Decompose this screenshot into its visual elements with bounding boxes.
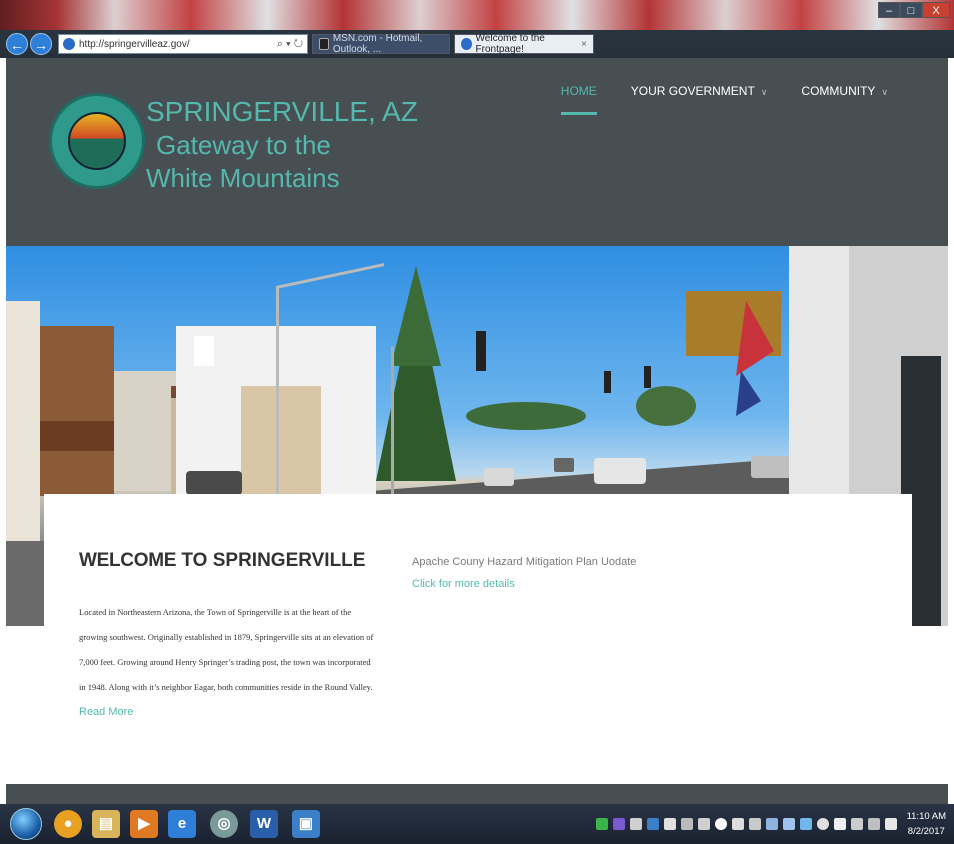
window-controls: – □ X	[878, 2, 950, 18]
site-title-line1: SPRINGERVILLE, AZ	[146, 96, 418, 127]
start-button[interactable]	[10, 808, 42, 840]
address-bar[interactable]: http://springervilleaz.gov/ ⌕ ▾ ↻	[58, 34, 308, 54]
browser-chrome: – □ X ← → http://springervilleaz.gov/ ⌕ …	[0, 0, 954, 58]
tab-msn[interactable]: MSN.com - Hotmail, Outlook, ...	[312, 33, 450, 55]
address-url[interactable]: http://springervilleaz.gov/	[79, 39, 277, 50]
welcome-heading-bold: WELCOME	[79, 550, 177, 571]
welcome-body: Located in Northeastern Arizona, the Tow…	[79, 600, 379, 725]
tray-monitor-icon[interactable]	[868, 818, 880, 830]
tray-tool-icon[interactable]	[681, 818, 693, 830]
tray-network-icon[interactable]	[800, 818, 812, 830]
tab-label: Welcome to the Frontpage!	[475, 33, 545, 55]
desktop-wallpaper-strip	[0, 0, 954, 30]
back-button[interactable]: ←	[6, 33, 28, 55]
minimize-button[interactable]: –	[878, 2, 900, 18]
tray-update-icon[interactable]	[647, 818, 659, 830]
tray-device-icon[interactable]	[749, 818, 761, 830]
media-player-icon[interactable]: ▶	[130, 810, 158, 838]
tray-window-icon[interactable]	[766, 818, 778, 830]
site-header: SPRINGERVILLE, AZ Gateway to the White M…	[6, 58, 948, 246]
tab-label: MSN.com - Hotmail, Outlook, ...	[332, 33, 423, 55]
chrome-icon[interactable]: ●	[54, 810, 82, 838]
tray-security-icon[interactable]	[596, 818, 608, 830]
internet-explorer-icon[interactable]: e	[168, 810, 196, 838]
close-tab-icon[interactable]: ×	[581, 39, 587, 50]
tray-sync-icon[interactable]	[817, 818, 829, 830]
notice-title: Apache Couny Hazard Mitigation Plan Uoda…	[412, 556, 637, 568]
browser-nav-row: ← → http://springervilleaz.gov/ ⌕ ▾ ↻ MS…	[0, 30, 954, 58]
clock-time: 11:10 AM	[906, 811, 946, 822]
search-refresh-icon[interactable]: ⌕ ▾ ↻	[277, 38, 307, 51]
tab-frontpage[interactable]: Welcome to the Frontpage! ×	[454, 33, 594, 55]
msn-favicon-icon	[319, 38, 329, 50]
tray-wifi-icon[interactable]	[698, 818, 710, 830]
welcome-card: WELCOME TO SPRINGERVILLE Located in Nort…	[44, 494, 912, 784]
site-title[interactable]: SPRINGERVILLE, AZ Gateway to the White M…	[146, 96, 418, 194]
tray-document-icon[interactable]	[783, 818, 795, 830]
read-more-link[interactable]: Read More	[79, 706, 133, 718]
site-favicon-icon	[63, 38, 75, 50]
main-navigation: HOME YOUR GOVERNMENT ∨ COMMUNITY ∨	[527, 84, 888, 115]
nav-home[interactable]: HOME	[560, 84, 597, 115]
tray-power-icon[interactable]	[851, 818, 863, 830]
tray-user-icon[interactable]	[664, 818, 676, 830]
clock-date: 8/2/2017	[907, 826, 945, 837]
welcome-body-text: Located in Northeastern Arizona, the Tow…	[79, 607, 374, 692]
windows-taskbar: ● ▤ ▶ e ◎ W ▣ 11:10 AM 8/2/2017	[0, 804, 954, 844]
maps-icon[interactable]: ◎	[210, 810, 238, 838]
nav-community-label: COMMUNITY	[801, 84, 876, 98]
tray-circle-icon[interactable]	[715, 818, 727, 830]
seal-emblem-icon	[68, 112, 126, 170]
nav-home-label: HOME	[560, 84, 597, 98]
notice-details-link[interactable]: Click for more details	[412, 578, 636, 590]
notice-block: Apache Couny Hazard Mitigation Plan Uoda…	[412, 556, 636, 590]
nav-your-government[interactable]: YOUR GOVERNMENT ∨	[631, 84, 768, 98]
ie-favicon-icon	[461, 38, 472, 50]
forward-button[interactable]: →	[30, 33, 52, 55]
taskbar-clock[interactable]: 11:10 AM 8/2/2017	[907, 809, 946, 839]
chevron-down-icon: ∨	[760, 87, 768, 97]
close-window-button[interactable]: X	[922, 2, 950, 18]
tray-app-icon[interactable]	[613, 818, 625, 830]
welcome-heading: WELCOME TO SPRINGERVILLE	[79, 550, 365, 572]
site-title-line3: White Mountains	[146, 163, 340, 193]
footer-bar	[6, 784, 948, 804]
app-icon[interactable]: ▣	[292, 810, 320, 838]
volume-icon[interactable]	[885, 818, 897, 830]
nav-your-government-label: YOUR GOVERNMENT	[630, 84, 755, 98]
file-explorer-icon[interactable]: ▤	[92, 810, 120, 838]
site-title-line2: Gateway to the	[156, 130, 331, 160]
maximize-button[interactable]: □	[900, 2, 922, 18]
system-tray	[596, 818, 902, 830]
tray-printer-icon[interactable]	[630, 818, 642, 830]
welcome-heading-rest: TO SPRINGERVILLE	[176, 550, 366, 571]
word-icon[interactable]: W	[250, 810, 278, 838]
tray-person-icon[interactable]	[732, 818, 744, 830]
nav-community[interactable]: COMMUNITY ∨	[801, 84, 888, 98]
tray-flag-icon[interactable]	[834, 818, 846, 830]
chevron-down-icon: ∨	[881, 87, 888, 97]
town-seal-logo[interactable]	[49, 93, 145, 189]
